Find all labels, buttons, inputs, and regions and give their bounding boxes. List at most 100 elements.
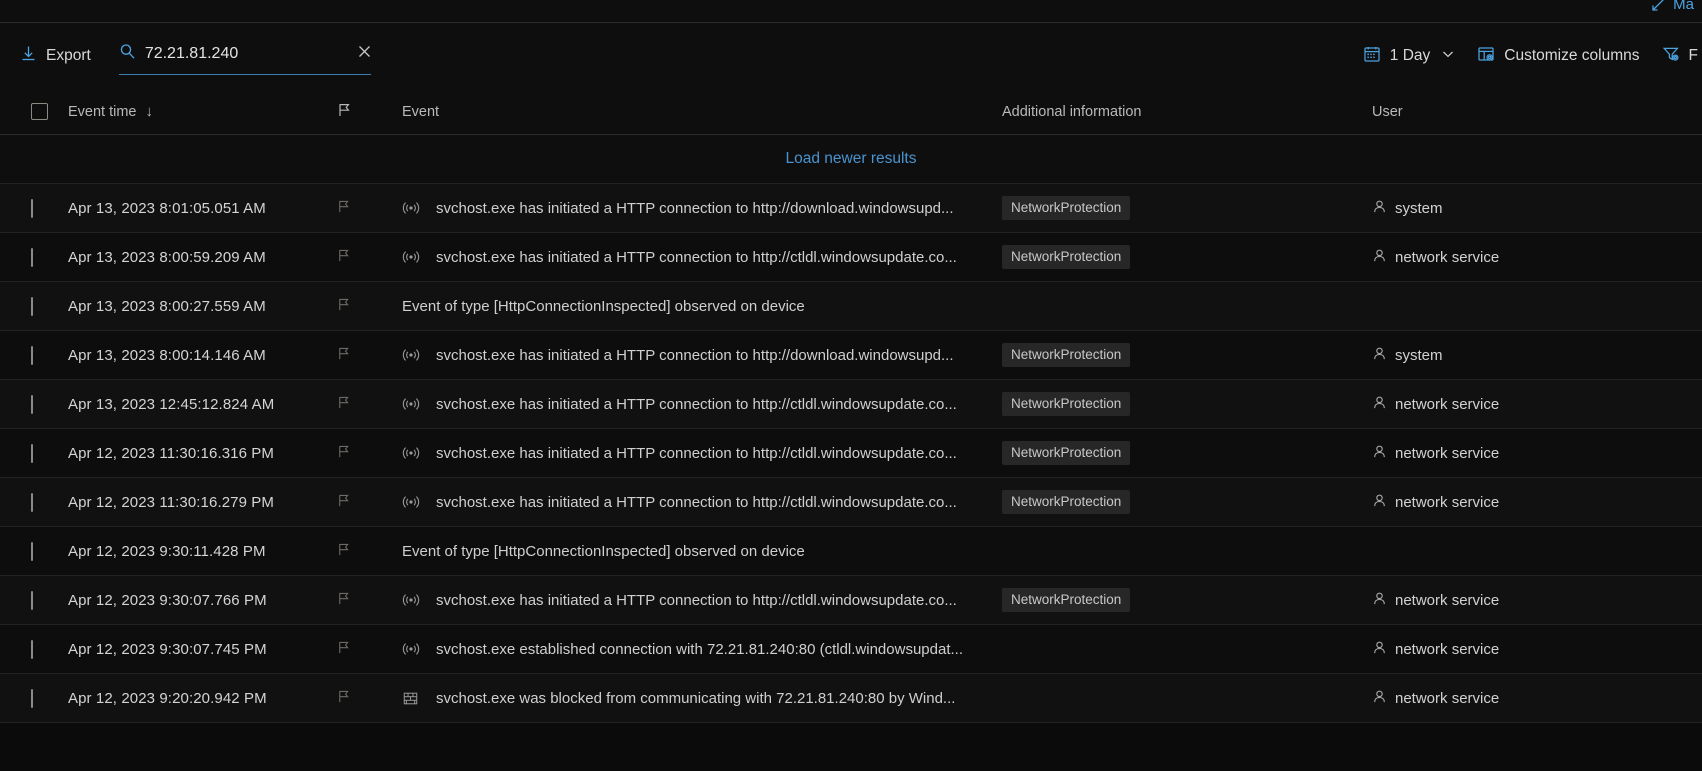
user-cell	[1372, 297, 1702, 316]
column-header-user[interactable]: User	[1372, 104, 1702, 120]
column-header-user-label: User	[1372, 103, 1403, 120]
maximize-button[interactable]: Ma	[1650, 0, 1694, 13]
row-checkbox[interactable]	[31, 639, 33, 659]
row-checkbox[interactable]	[31, 198, 33, 218]
row-checkbox[interactable]	[31, 296, 33, 316]
flag-icon[interactable]	[336, 542, 402, 561]
flag-icon[interactable]	[336, 346, 402, 365]
filter-button[interactable]: F	[1651, 37, 1702, 76]
person-icon	[1372, 444, 1387, 463]
row-flag-cell[interactable]	[336, 542, 402, 561]
customize-columns-button[interactable]: Customize columns	[1466, 37, 1650, 76]
event-time-text: Apr 13, 2023 8:00:59.209 AM	[68, 248, 266, 266]
column-header-event-label: Event	[402, 103, 440, 120]
table-row[interactable]: Apr 13, 2023 8:01:05.051 AM svchost.exe …	[0, 184, 1702, 233]
row-checkbox[interactable]	[31, 345, 33, 365]
row-select-cell	[0, 394, 68, 414]
event-text: svchost.exe has initiated a HTTP connect…	[436, 395, 957, 413]
row-flag-cell[interactable]	[336, 591, 402, 610]
row-flag-cell[interactable]	[336, 346, 402, 365]
flag-icon	[336, 102, 352, 122]
event-cell: svchost.exe has initiated a HTTP connect…	[402, 444, 1002, 462]
export-button[interactable]: Export	[18, 39, 97, 73]
event-text: Event of type [HttpConnectionInspected] …	[402, 542, 805, 560]
row-checkbox[interactable]	[31, 443, 33, 463]
column-header-additional-information[interactable]: Additional information	[1002, 104, 1372, 120]
table-row[interactable]: Apr 12, 2023 9:30:07.745 PM svchost.exe …	[0, 625, 1702, 674]
row-checkbox[interactable]	[31, 688, 33, 708]
toolbar-left-group: Export	[18, 38, 371, 75]
load-newer-results-link[interactable]: Load newer results	[786, 150, 917, 168]
row-select-cell	[0, 198, 68, 218]
date-range-picker[interactable]: 1 Day	[1352, 37, 1467, 76]
event-cell: Event of type [HttpConnectionInspected] …	[402, 298, 1002, 315]
table-row[interactable]: Apr 12, 2023 9:30:11.428 PM Event of typ…	[0, 527, 1702, 576]
event-time-cell: Apr 13, 2023 8:00:14.146 AM	[68, 347, 336, 364]
table-row[interactable]: Apr 12, 2023 11:30:16.279 PM svchost.exe…	[0, 478, 1702, 527]
table-row[interactable]: Apr 12, 2023 9:30:07.766 PM svchost.exe …	[0, 576, 1702, 625]
network-signal-icon	[402, 640, 436, 658]
table-row[interactable]: Apr 13, 2023 8:00:59.209 AM svchost.exe …	[0, 233, 1702, 282]
row-flag-cell[interactable]	[336, 640, 402, 659]
person-icon	[1372, 689, 1387, 708]
event-time-text: Apr 12, 2023 11:30:16.279 PM	[68, 493, 275, 511]
event-time-text: Apr 13, 2023 12:45:12.824 AM	[68, 395, 275, 413]
row-flag-cell[interactable]	[336, 444, 402, 463]
table-row[interactable]: Apr 12, 2023 9:20:20.942 PM svchost.exe …	[0, 674, 1702, 723]
row-flag-cell[interactable]	[336, 493, 402, 512]
row-flag-cell[interactable]	[336, 395, 402, 414]
event-time-cell: Apr 13, 2023 8:00:27.559 AM	[68, 298, 336, 315]
row-checkbox[interactable]	[31, 492, 33, 512]
flag-icon[interactable]	[336, 199, 402, 218]
row-flag-cell[interactable]	[336, 297, 402, 316]
chevron-down-icon	[1441, 47, 1455, 66]
status-badge: NetworkProtection	[1002, 245, 1131, 269]
table-body: Apr 13, 2023 8:01:05.051 AM svchost.exe …	[0, 184, 1702, 723]
user-name: network service	[1395, 395, 1500, 413]
event-text: Event of type [HttpConnectionInspected] …	[402, 297, 805, 315]
search-box[interactable]	[118, 38, 371, 75]
flag-icon[interactable]	[336, 444, 402, 463]
table-row[interactable]: Apr 13, 2023 12:45:12.824 AM svchost.exe…	[0, 380, 1702, 429]
column-header-flag[interactable]	[336, 102, 402, 122]
flag-icon[interactable]	[336, 248, 402, 267]
expand-diagonal-icon	[1650, 0, 1666, 13]
network-signal-icon	[402, 346, 436, 364]
event-cell: svchost.exe has initiated a HTTP connect…	[402, 395, 1002, 413]
flag-icon[interactable]	[336, 640, 402, 659]
event-time-text: Apr 13, 2023 8:01:05.051 AM	[68, 199, 266, 217]
row-checkbox[interactable]	[31, 247, 33, 267]
table-row[interactable]: Apr 12, 2023 11:30:16.316 PM svchost.exe…	[0, 429, 1702, 478]
row-flag-cell[interactable]	[336, 689, 402, 708]
event-text: svchost.exe has initiated a HTTP connect…	[436, 346, 954, 364]
search-input[interactable]	[144, 44, 352, 63]
flag-icon[interactable]	[336, 395, 402, 414]
events-table: Event time ↓ Event Additional informatio…	[0, 89, 1702, 723]
additional-information-cell	[1002, 690, 1372, 707]
flag-icon[interactable]	[336, 591, 402, 610]
event-time-cell: Apr 12, 2023 9:30:11.428 PM	[68, 543, 336, 560]
row-flag-cell[interactable]	[336, 248, 402, 267]
event-cell: svchost.exe has initiated a HTTP connect…	[402, 591, 1002, 609]
row-checkbox[interactable]	[31, 541, 33, 561]
column-header-event[interactable]: Event	[402, 104, 1002, 120]
flag-icon[interactable]	[336, 689, 402, 708]
table-row[interactable]: Apr 13, 2023 8:00:27.559 AM Event of typ…	[0, 282, 1702, 331]
top-strip: Ma	[0, 0, 1702, 23]
select-all-checkbox[interactable]	[31, 103, 48, 120]
row-checkbox[interactable]	[31, 590, 33, 610]
table-row[interactable]: Apr 13, 2023 8:00:14.146 AM svchost.exe …	[0, 331, 1702, 380]
export-label: Export	[46, 47, 91, 64]
column-header-event-time[interactable]: Event time ↓	[68, 103, 336, 120]
flag-icon[interactable]	[336, 493, 402, 512]
close-icon[interactable]	[352, 43, 377, 65]
row-flag-cell[interactable]	[336, 199, 402, 218]
event-text: svchost.exe has initiated a HTTP connect…	[436, 199, 954, 217]
person-icon	[1372, 591, 1387, 610]
event-cell: svchost.exe established connection with …	[402, 640, 1002, 658]
row-checkbox[interactable]	[31, 394, 33, 414]
flag-icon[interactable]	[336, 297, 402, 316]
additional-information-cell: NetworkProtection	[1002, 490, 1372, 514]
event-time-text: Apr 12, 2023 11:30:16.316 PM	[68, 444, 275, 462]
event-cell: svchost.exe was blocked from communicati…	[402, 690, 1002, 707]
